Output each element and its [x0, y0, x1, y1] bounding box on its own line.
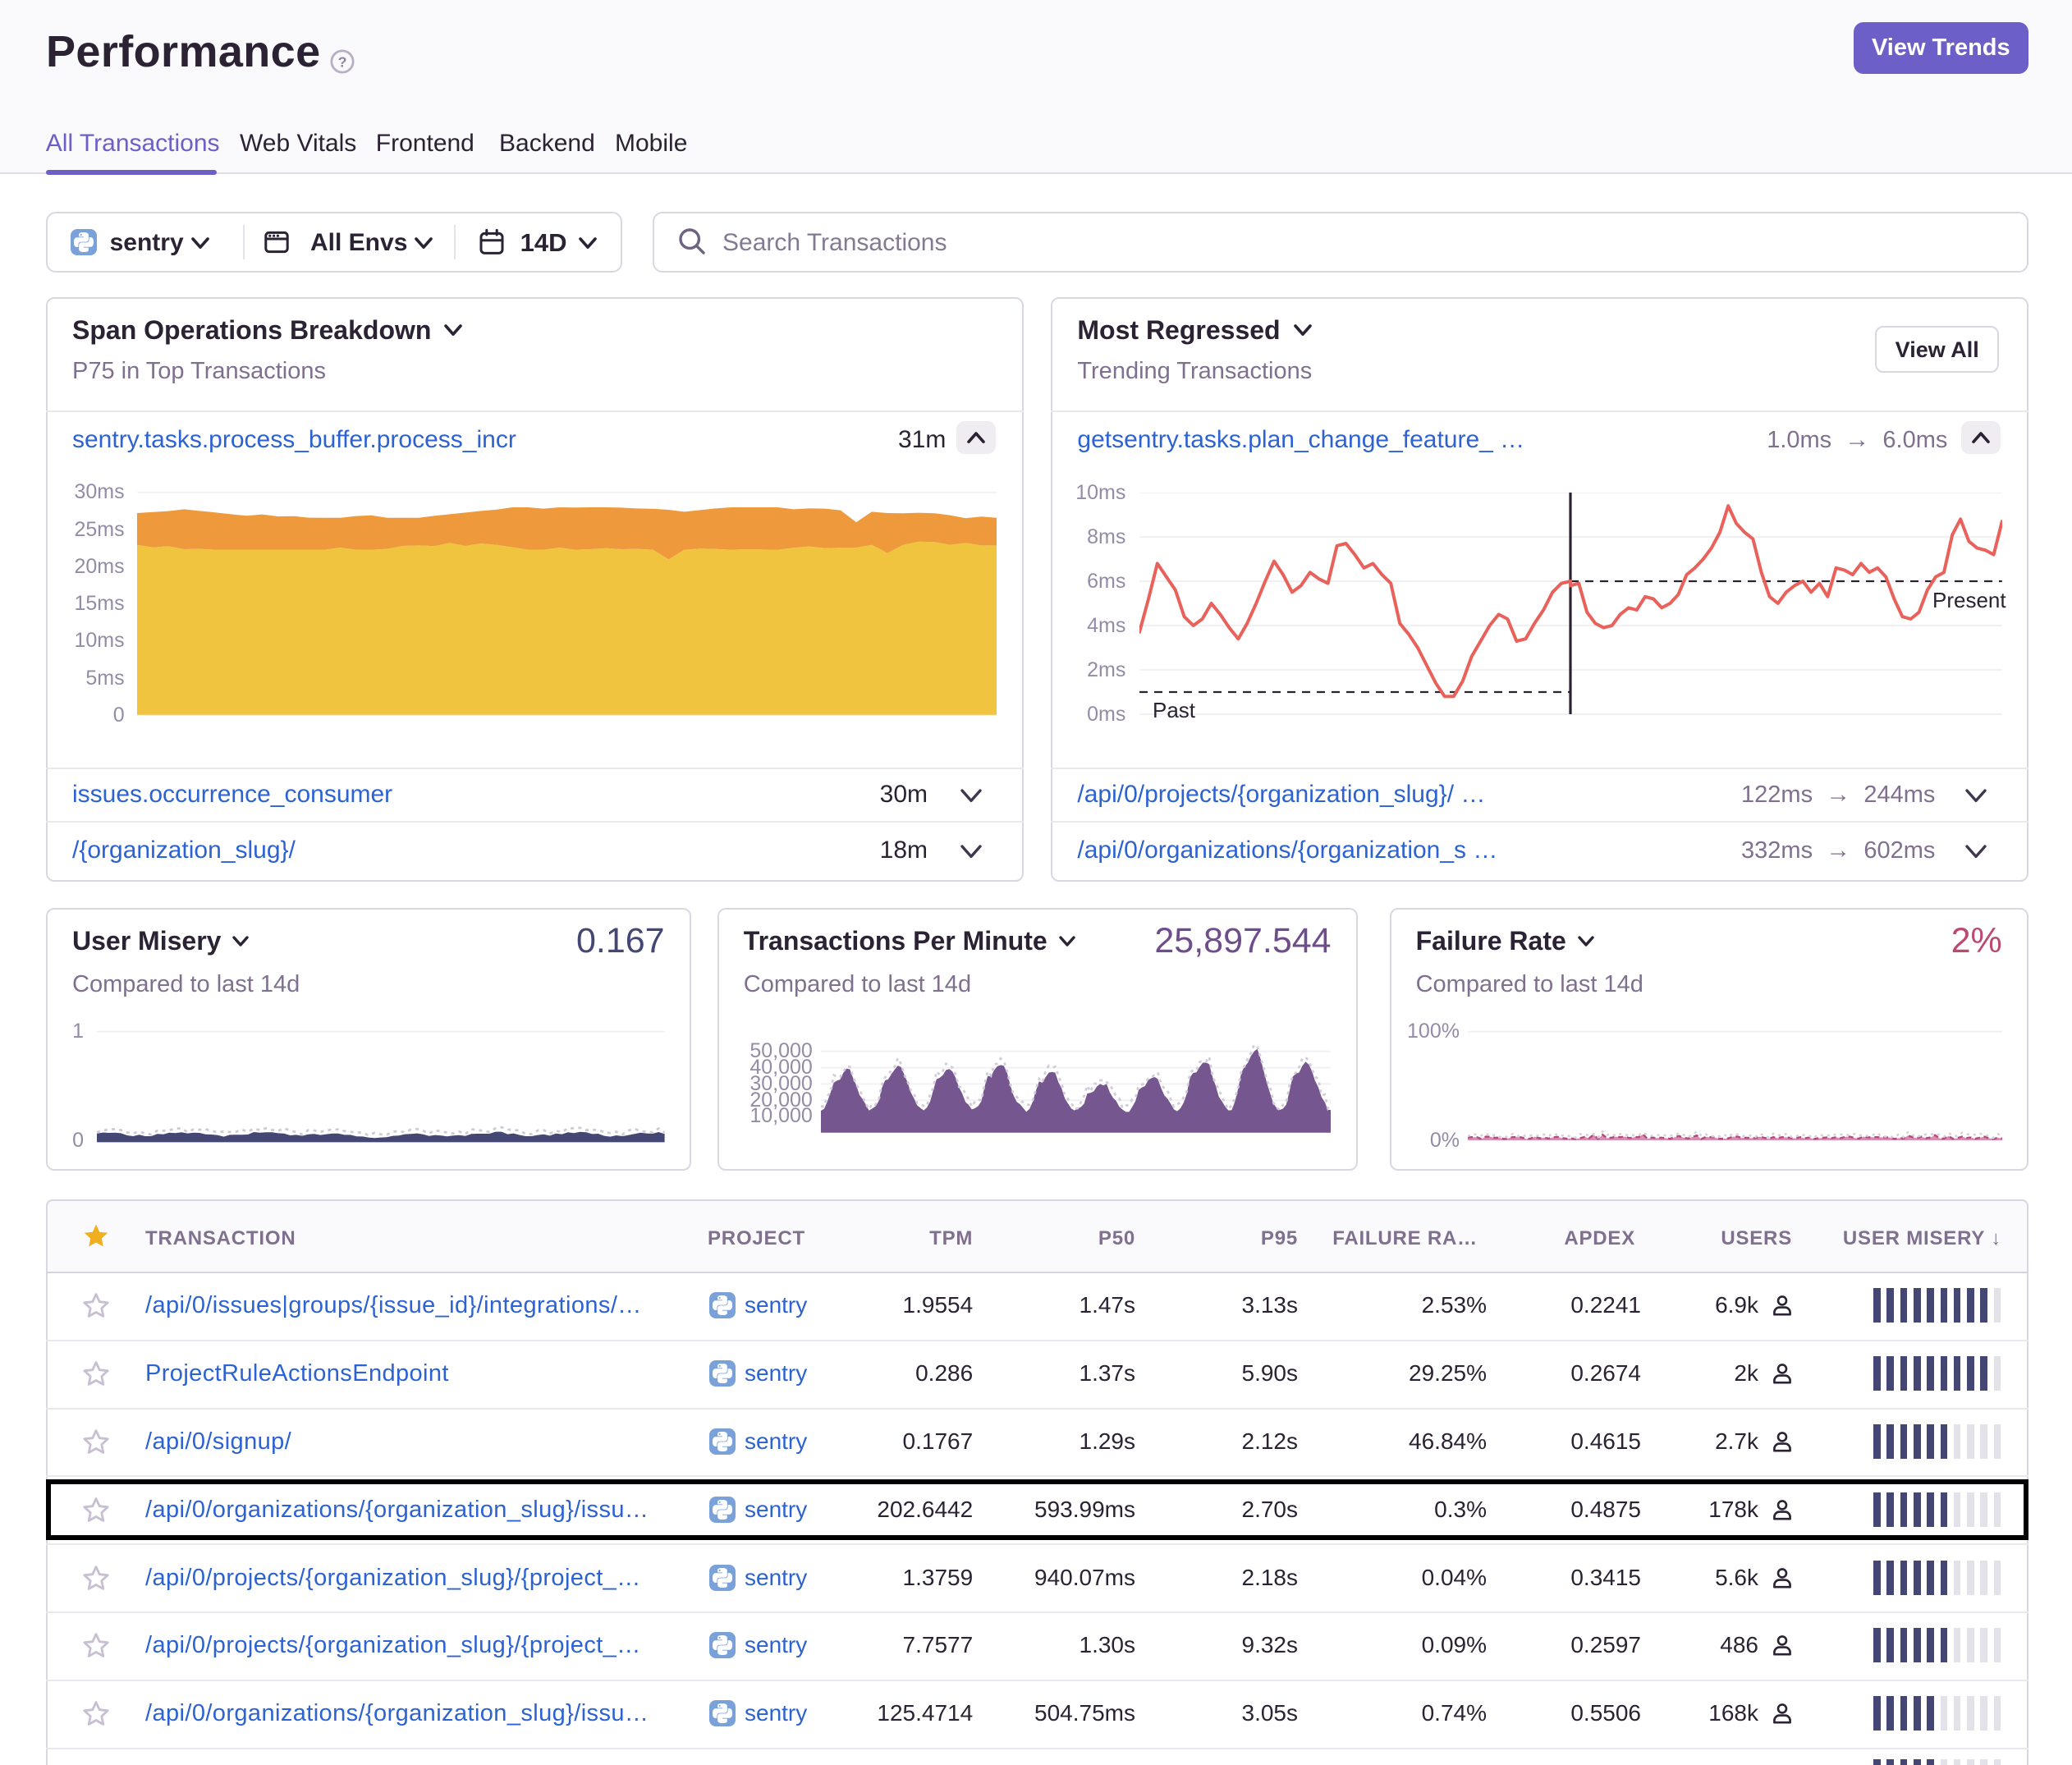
svg-text:?: ?	[338, 53, 347, 70]
